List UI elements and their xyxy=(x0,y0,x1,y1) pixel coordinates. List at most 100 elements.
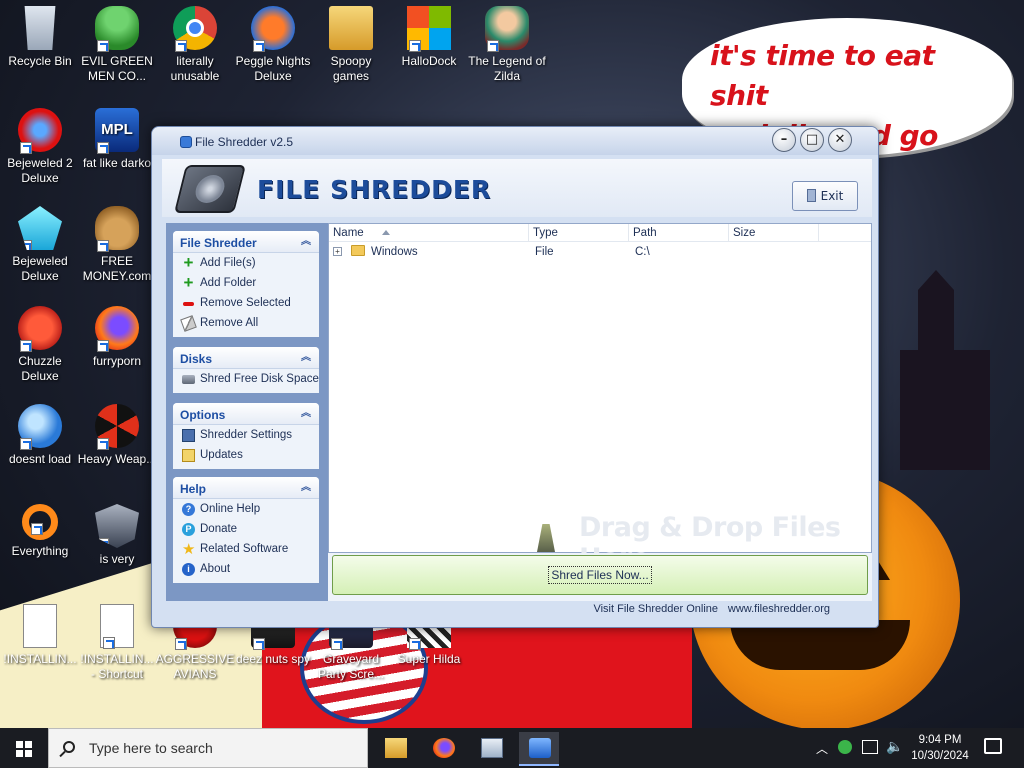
people-icon[interactable] xyxy=(838,740,854,756)
search-icon xyxy=(63,741,75,753)
remove-selected-item[interactable]: Remove Selected xyxy=(173,293,319,313)
start-button[interactable] xyxy=(0,728,48,768)
shredder-bin-icon xyxy=(537,524,555,552)
app-brand: FILE SHREDDER xyxy=(257,175,492,204)
info-icon: i xyxy=(182,563,195,576)
column-header-size[interactable]: Size xyxy=(729,224,819,242)
shred-files-now-button[interactable]: Shred Files Now... xyxy=(332,555,868,595)
about-item[interactable]: i About xyxy=(173,559,319,579)
taskbar: Type here to search ︿ 🔈 9:04 PM 10/30/20… xyxy=(0,728,1024,768)
panel-options: Options ︽ Shredder Settings Updates xyxy=(173,403,319,469)
text-file-icon xyxy=(100,604,134,649)
taskbar-file-shredder[interactable] xyxy=(519,732,559,766)
desktop-icon-label: Bejeweled Deluxe xyxy=(12,254,68,283)
chuzzle-icon xyxy=(18,306,62,352)
panel-header[interactable]: Help ︽ xyxy=(173,477,319,499)
collapse-chevron-icon[interactable]: ︽ xyxy=(299,481,313,495)
desktop-icon-bejeweled[interactable]: Bejeweled Deluxe xyxy=(0,206,80,284)
taskbar-clock[interactable]: 9:04 PM 10/30/2024 xyxy=(900,732,980,764)
taskbar-search-box[interactable]: Type here to search xyxy=(48,728,368,768)
cell-name: Windows xyxy=(371,246,418,258)
notifications-icon[interactable] xyxy=(984,738,1002,754)
desktop-icon-legend-of-zilda[interactable]: The Legend of Zilda xyxy=(467,6,547,84)
sort-ascending-icon xyxy=(381,230,390,235)
help-icon: ? xyxy=(182,503,195,516)
panel-header[interactable]: Options ︽ xyxy=(173,403,319,425)
column-header-path[interactable]: Path xyxy=(629,224,729,242)
desktop-icon-fat-like-darko[interactable]: MPL fat like darko xyxy=(77,108,157,171)
shred-bar: Shred Files Now... xyxy=(328,553,872,601)
panel-help: Help ︽ ? Online Help P Donate ★ Related Sof… xyxy=(173,477,319,583)
panel-header[interactable]: Disks ︽ xyxy=(173,347,319,369)
desktop-icon-label: Recycle Bin xyxy=(8,54,72,68)
close-button[interactable]: ✕ xyxy=(828,128,852,152)
desktop-icon-label: fat like darko xyxy=(82,156,152,170)
desktop-icon-bejeweled-2[interactable]: Bejeweled 2 Deluxe xyxy=(0,108,80,186)
desktop-icon-is-very[interactable]: is very xyxy=(77,504,157,567)
exit-button[interactable]: Exit xyxy=(792,181,858,211)
column-header-name[interactable]: Name xyxy=(329,224,529,242)
firefox-icon xyxy=(95,306,139,352)
desktop-icon-heavy-weapon[interactable]: Heavy Weap... xyxy=(77,404,157,467)
recycle-bin-icon xyxy=(24,6,56,50)
table-row[interactable]: + Windows File C:\ xyxy=(329,244,871,260)
bejeweled-2-icon xyxy=(18,108,62,154)
bubble-line-1: it's time to eat shit xyxy=(710,39,935,112)
collapse-chevron-icon[interactable]: ︽ xyxy=(299,351,313,365)
website-link[interactable]: www.fileshredder.org xyxy=(728,603,830,615)
desktop-icon-doesnt-load[interactable]: doesnt load xyxy=(0,404,80,467)
maximize-button[interactable]: □ xyxy=(800,128,824,152)
app-header: FILE SHREDDER Exit xyxy=(162,159,872,217)
plus-icon: + xyxy=(183,273,194,292)
related-software-item[interactable]: ★ Related Software xyxy=(173,539,319,559)
desktop-icon-label: Graveyard Party Scre... xyxy=(317,652,385,681)
panel-header[interactable]: File Shredder ︽ xyxy=(173,231,319,253)
desktop-icon-recycle-bin[interactable]: Recycle Bin xyxy=(0,6,80,69)
desktop-icon-literally-unusable[interactable]: literally unusable xyxy=(155,6,235,84)
visit-online-link[interactable]: Visit File Shredder Online xyxy=(593,603,718,615)
desktop-icon-label: literally unusable xyxy=(170,54,220,83)
add-files-item[interactable]: + Add File(s) xyxy=(173,253,319,273)
online-help-item[interactable]: ? Online Help xyxy=(173,499,319,519)
expand-plus-icon[interactable]: + xyxy=(333,247,342,256)
desktop-icon-installin[interactable]: !INSTALLIN... xyxy=(0,604,80,667)
taskbar-firefox[interactable] xyxy=(423,732,463,766)
network-icon[interactable] xyxy=(862,740,878,754)
cell-type: File xyxy=(535,246,554,258)
file-list[interactable]: Name Type Path Size + Windows File C:\ D… xyxy=(328,223,872,574)
item-label: Shred Free Disk Space xyxy=(200,373,319,385)
desktop-icon-evil-green-men[interactable]: EVIL GREEN MEN CO... xyxy=(77,6,157,84)
item-label: About xyxy=(200,563,231,575)
desktop-icon-furryporn[interactable]: furryporn xyxy=(77,306,157,369)
taskbar-app[interactable] xyxy=(471,732,511,766)
shred-free-space-item[interactable]: Shred Free Disk Space xyxy=(173,369,319,389)
add-folder-item[interactable]: + Add Folder xyxy=(173,273,319,293)
column-header-type[interactable]: Type xyxy=(529,224,629,242)
desktop-icon-everything[interactable]: Everything xyxy=(0,504,80,559)
item-label: Shredder Settings xyxy=(200,429,293,441)
mpl-shield-icon xyxy=(95,504,139,548)
desktop-icon-label: furryporn xyxy=(92,354,142,368)
donate-item[interactable]: P Donate xyxy=(173,519,319,539)
desktop-icon-label: The Legend of Zilda xyxy=(468,54,546,83)
desktop-icon-installin-shortcut[interactable]: !INSTALLIN... - Shortcut xyxy=(77,604,157,682)
updates-item[interactable]: Updates xyxy=(173,445,319,465)
title-bar[interactable]: File Shredder v2.5 – □ ✕ xyxy=(152,127,878,155)
desktop-icon-peggle-nights[interactable]: Peggle Nights Deluxe xyxy=(233,6,313,84)
collapse-chevron-icon[interactable]: ︽ xyxy=(299,235,313,249)
panel-title: File Shredder xyxy=(180,236,257,250)
collapse-chevron-icon[interactable]: ︽ xyxy=(299,407,313,421)
desktop-icon-chuzzle[interactable]: Chuzzle Deluxe xyxy=(0,306,80,384)
desktop-icon-hallodock[interactable]: HalloDock xyxy=(389,6,469,69)
hard-drive-icon xyxy=(174,165,246,213)
shredder-settings-item[interactable]: Shredder Settings xyxy=(173,425,319,445)
clock-date: 10/30/2024 xyxy=(911,750,969,762)
desktop-icon-spoopy-games[interactable]: Spoopy games xyxy=(311,6,391,84)
item-label: Donate xyxy=(200,523,238,535)
desktop-icon-free-money[interactable]: FREE MONEY.com xyxy=(77,206,157,284)
remove-all-item[interactable]: Remove All xyxy=(173,313,319,333)
minimize-button[interactable]: – xyxy=(772,128,796,152)
taskbar-file-explorer[interactable] xyxy=(375,732,415,766)
show-hidden-icons-chevron-icon[interactable]: ︿ xyxy=(816,740,828,768)
chrome-icon xyxy=(173,6,217,52)
